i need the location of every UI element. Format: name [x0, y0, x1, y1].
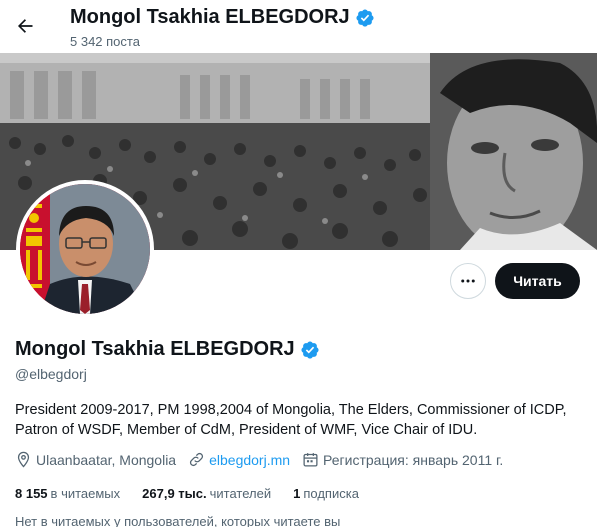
location-text: Ulaanbaatar, Mongolia [36, 451, 177, 468]
back-button[interactable] [8, 9, 42, 43]
followers-stat[interactable]: 267,9 тыс. читателей [142, 486, 271, 501]
header-name: Mongol Tsakhia ELBEGDORJ [70, 6, 350, 28]
location-item: Ulaanbaatar, Mongolia [15, 451, 176, 468]
followers-label: читателей [209, 486, 272, 501]
profile-name-row: Mongol Tsakhia ELBEGDORJ [15, 338, 320, 361]
mutual-following-count: 8 155 [15, 486, 48, 501]
avatar[interactable] [16, 180, 154, 318]
verified-badge-icon [356, 8, 374, 27]
joined-item: Регистрация: январь 2011 г. [302, 451, 503, 468]
profile-stats: 8 155 в читаемых 267,9 тыс. читателей 1 под… [15, 486, 381, 501]
mutual-following-stat[interactable]: 8 155 в читаемых [15, 486, 120, 501]
post-count: 5 342 поста [70, 34, 140, 49]
profile-bio: President 2009-2017, PM 1998,2004 of Mon… [15, 402, 567, 438]
mutual-following-label: в читаемых [50, 486, 121, 501]
arrow-left-icon [18, 19, 33, 33]
profile-meta: Ulaanbaatar, Mongolia elbegdorj.mn Регис… [15, 451, 515, 468]
header-title: Mongol Tsakhia ELBEGDORJ [70, 6, 375, 29]
profile-handle: @elbegdorj [15, 366, 87, 382]
following-stat[interactable]: 1 подписка [293, 486, 359, 501]
ellipsis-icon [461, 279, 475, 283]
follow-button[interactable]: Читать [495, 263, 580, 299]
mutual-followers-note: Нет в читаемых у пользователей, которых … [15, 514, 341, 527]
followers-count: 267,9 тыс. [142, 486, 207, 501]
avatar-image [20, 184, 150, 314]
profile-name: Mongol Tsakhia ELBEGDORJ [15, 338, 295, 360]
website-link[interactable]: elbegdorj.mn [209, 452, 290, 468]
joined-text: Регистрация: январь 2011 г. [323, 451, 504, 468]
more-options-button[interactable] [450, 263, 486, 299]
following-count: 1 [293, 486, 301, 501]
verified-badge-icon[interactable] [300, 340, 320, 360]
website-item[interactable]: elbegdorj.mn [188, 451, 290, 468]
link-icon [190, 452, 204, 467]
profile-header-bar: Mongol Tsakhia ELBEGDORJ 5 342 поста [0, 0, 597, 53]
location-pin-icon [17, 451, 30, 468]
following-label: подписка [303, 486, 359, 501]
calendar-icon [303, 453, 318, 467]
